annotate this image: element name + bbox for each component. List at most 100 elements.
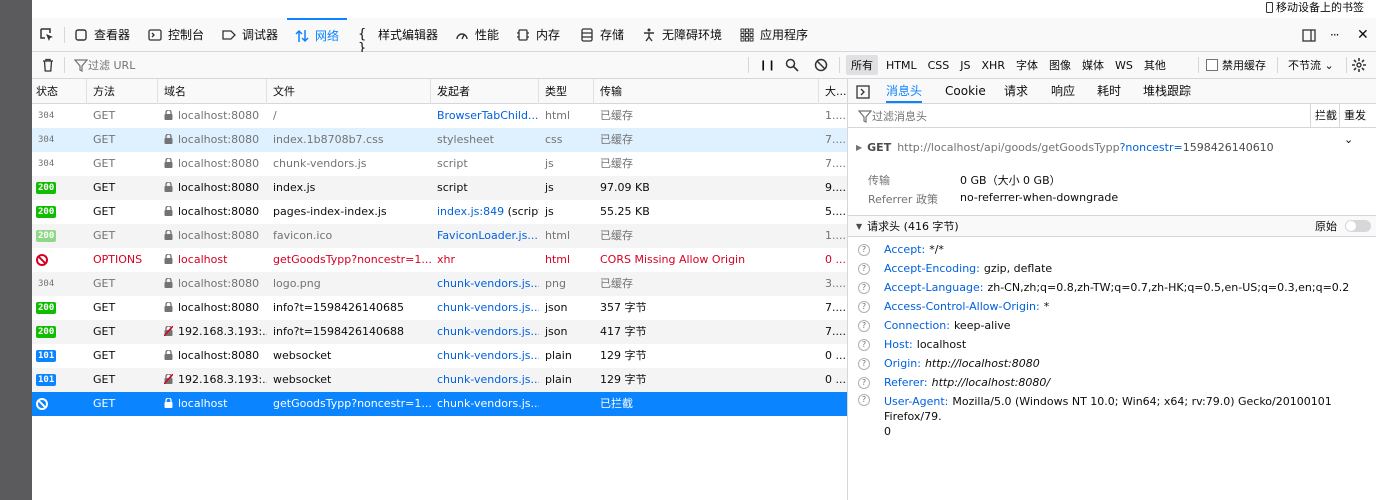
element-picker-icon[interactable] (40, 28, 54, 42)
request-header-row[interactable]: ? Connection: keep-alive (858, 316, 1011, 335)
table-row[interactable]: 101 GET localhost:8080 websocket chunk-vendo… (32, 344, 847, 368)
resend-button[interactable]: 重发 ⌄ (1339, 104, 1376, 146)
request-header-row[interactable]: ? Referer: http://localhost:8080/ (858, 373, 1050, 392)
tab-storage[interactable]: 存储 (580, 18, 624, 51)
tab-style-editor[interactable]: { } 样式编辑器 (358, 18, 439, 55)
type-filter-ws[interactable]: WS (1110, 57, 1138, 74)
help-icon[interactable]: ? (858, 319, 870, 332)
table-row[interactable]: 304 GET localhost:8080 logo.png chunk-vendor… (32, 272, 847, 296)
file-cell: chunk-vendors.js (273, 157, 367, 170)
help-icon[interactable]: ? (858, 357, 870, 370)
col-header-transferred[interactable]: 传输 (594, 79, 819, 104)
table-row[interactable]: 304 GET localhost:8080 index.1b8708b7.css st… (32, 128, 847, 152)
table-row[interactable]: 101 GET 192.168.3.193:... websocket chunk-ve… (32, 368, 847, 392)
initiator-link: script (437, 157, 468, 170)
raw-headers-toggle[interactable] (1345, 220, 1371, 232)
initiator-link[interactable]: chunk-vendors.js... (437, 277, 539, 290)
help-icon[interactable]: ? (858, 338, 870, 351)
tab-timings[interactable]: 耗时 (1097, 79, 1121, 103)
type-filter-css[interactable]: CSS (923, 57, 955, 74)
col-header-status[interactable]: 状态 (32, 79, 87, 104)
tab-request[interactable]: 请求 (1004, 79, 1028, 103)
tab-response[interactable]: 响应 (1051, 79, 1075, 103)
help-icon[interactable]: ? (858, 300, 870, 313)
col-header-size[interactable]: 大... (819, 79, 847, 104)
initiator-link[interactable]: chunk-vendors.js... (437, 325, 539, 338)
table-row[interactable]: 200 GET 192.168.3.193:... info?t=1598426140… (32, 320, 847, 344)
search-button[interactable] (785, 52, 799, 78)
help-icon[interactable]: ? (858, 243, 870, 256)
type-filter-js[interactable]: JS (955, 57, 975, 74)
col-header-file[interactable]: 文件 (267, 79, 431, 104)
type-filter-images[interactable]: 图像 (1044, 55, 1076, 75)
tab-debugger[interactable]: 调试器 (222, 18, 278, 51)
close-devtools-button[interactable]: ✕ (1357, 18, 1369, 51)
initiator-link[interactable]: chunk-vendors.js... (437, 349, 539, 362)
initiator-link[interactable]: chunk-vendors.js... (437, 373, 539, 386)
block-request-button[interactable]: 拦截 (1310, 104, 1337, 128)
type-filter-all[interactable]: 所有 (846, 55, 878, 75)
request-header-row[interactable]: ? Accept-Language: zh-CN,zh;q=0.8,zh-TW;q=… (858, 278, 1349, 297)
table-row[interactable]: 200 GET localhost:8080 info?t=1598426140685… (32, 296, 847, 320)
initiator-link[interactable]: chunk-vendors.js... (437, 301, 539, 314)
table-row[interactable]: OPTIONS localhost getGoodsTypp?noncestr=1.… (32, 248, 847, 272)
lock-icon (164, 133, 178, 146)
initiator-link[interactable]: FaviconLoader.js... (437, 229, 538, 242)
size-cell: 1.... (825, 109, 846, 122)
request-header-row[interactable]: ? Accept: */* (858, 240, 944, 259)
tab-network[interactable]: 网络 (287, 18, 348, 51)
expand-arrow-icon[interactable]: ▶ (856, 143, 862, 152)
table-row[interactable]: GET localhost getGoodsTypp?noncestr=1... ch… (32, 392, 847, 416)
tab-memory[interactable]: 内存 (516, 18, 560, 51)
trash-icon[interactable] (41, 58, 55, 72)
pause-button[interactable]: ❙❙ (759, 52, 776, 78)
table-row[interactable]: 304 GET localhost:8080 / BrowserTabChild....… (32, 104, 847, 128)
tab-performance[interactable]: 性能 (455, 18, 499, 51)
help-icon[interactable]: ? (858, 281, 870, 294)
table-row[interactable]: 200 GET localhost:8080 favicon.ico FaviconLo… (32, 224, 847, 248)
col-header-method[interactable]: 方法 (87, 79, 158, 104)
tab-application[interactable]: 应用程序 (740, 18, 808, 51)
help-icon[interactable]: ? (858, 262, 870, 275)
request-headers-section-header[interactable]: ▼ 请求头 (416 字节) 原始 (848, 215, 1376, 237)
table-row[interactable]: 200 GET localhost:8080 pages-index-index.js… (32, 200, 847, 224)
more-options-button[interactable]: ··· (1330, 18, 1340, 51)
dock-toggle-button[interactable] (1302, 18, 1316, 51)
table-row[interactable]: 304 GET localhost:8080 chunk-vendors.js scri… (32, 152, 847, 176)
col-header-domain[interactable]: 域名 (158, 79, 267, 104)
network-settings-button[interactable] (1352, 52, 1366, 78)
block-url-button[interactable] (814, 52, 828, 78)
col-header-initiator[interactable]: 发起者 (431, 79, 539, 104)
tab-cookies[interactable]: Cookie (945, 79, 986, 103)
tab-headers[interactable]: 消息头 (886, 79, 923, 103)
help-icon[interactable]: ? (858, 376, 870, 389)
mobile-bookmarks-item[interactable]: 移动设备上的书签 (1266, 0, 1364, 14)
type-filter-html[interactable]: HTML (881, 57, 922, 74)
tab-console[interactable]: 控制台 (148, 18, 204, 51)
type-filter-other[interactable]: 其他 (1139, 55, 1171, 75)
throttling-select[interactable]: 不节流 ⌄ (1288, 52, 1334, 78)
inspector-icon (74, 28, 88, 42)
tab-style-editor-label: 样式编辑器 (378, 28, 439, 42)
tab-accessibility[interactable]: 无障碍环境 (642, 18, 722, 51)
request-header-row[interactable]: ? Origin: http://localhost:8080 (858, 354, 1040, 373)
table-row[interactable]: 200 GET localhost:8080 index.js script js 97.0… (32, 176, 847, 200)
type-filter-fonts[interactable]: 字体 (1011, 55, 1043, 75)
request-header-row[interactable]: ? Access-Control-Allow-Origin: * (858, 297, 1049, 316)
type-filter-xhr[interactable]: XHR (977, 57, 1010, 74)
request-header-row[interactable]: ? User-Agent: Mozilla/5.0 (Windows NT 10.0… (858, 392, 1354, 438)
initiator-link[interactable]: index.js:849 (437, 205, 504, 218)
tab-inspector[interactable]: 查看器 (74, 18, 130, 51)
url-filter-input[interactable]: 过滤 URL (74, 52, 744, 78)
headers-filter-input[interactable]: 过滤消息头 (858, 104, 927, 128)
help-icon[interactable]: ? (858, 394, 870, 406)
initiator-link[interactable]: chunk-vendors.js... (437, 397, 539, 410)
tab-stack-trace[interactable]: 堆栈跟踪 (1143, 79, 1191, 103)
disable-cache-checkbox[interactable]: 禁用缓存 (1206, 52, 1266, 78)
type-filter-media[interactable]: 媒体 (1077, 55, 1109, 75)
toggle-sidebar-icon[interactable] (856, 85, 870, 99)
storage-icon (580, 27, 594, 42)
request-header-row[interactable]: ? Host: localhost (858, 335, 966, 354)
col-header-type[interactable]: 类型 (539, 79, 594, 104)
request-header-row[interactable]: ? Accept-Encoding: gzip, deflate (858, 259, 1052, 278)
